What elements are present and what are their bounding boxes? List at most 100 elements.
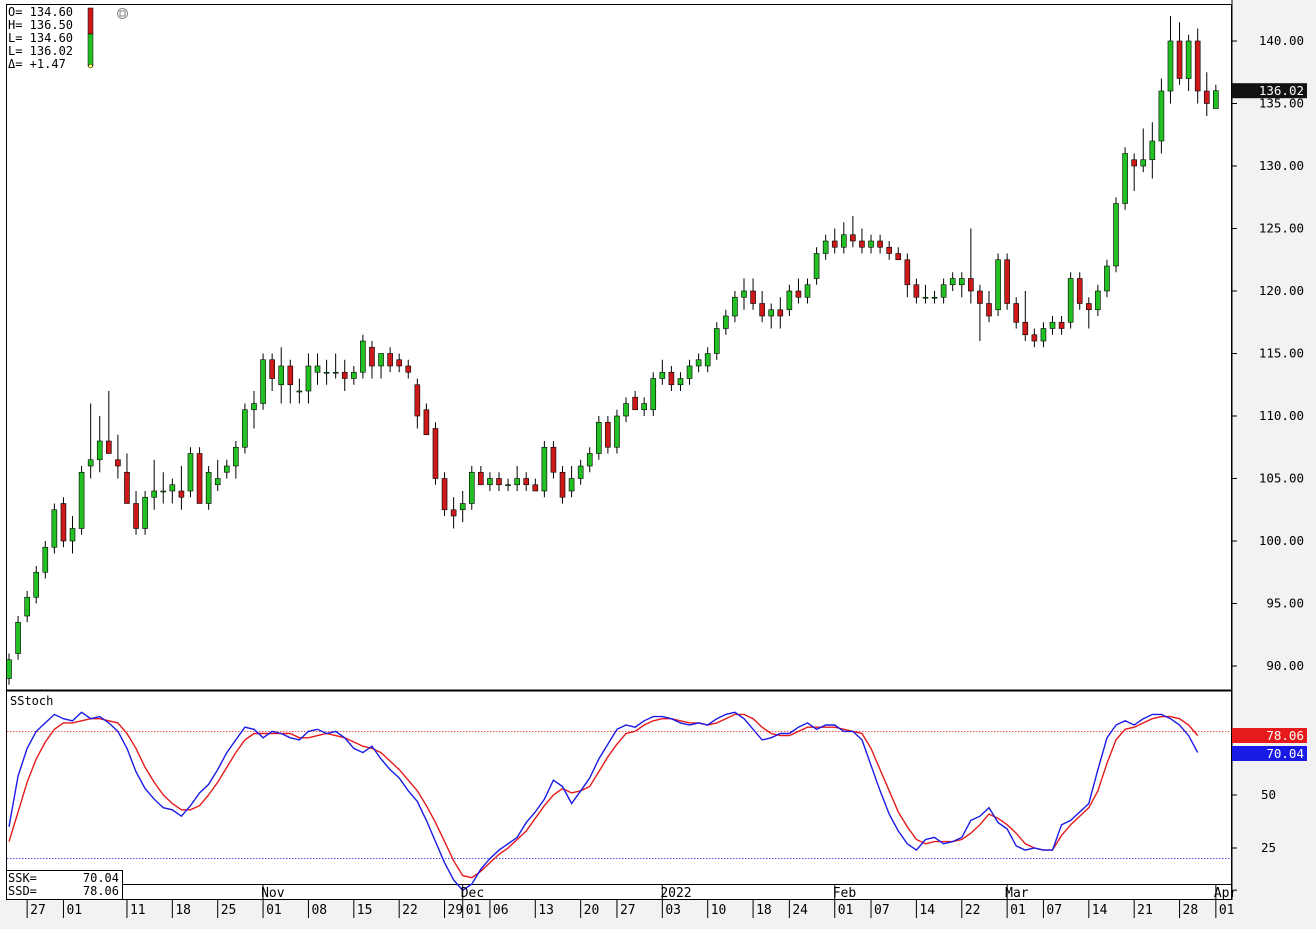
candle [541,441,548,498]
price-tick-label: 125.00 [1259,221,1304,236]
candle-body [414,384,421,417]
candle-body [251,403,257,411]
panel-settings-icon[interactable] [117,8,128,19]
candle-body [704,353,711,367]
candle-body [877,240,883,248]
price-tick-label: 90.00 [1266,658,1304,673]
candle [60,497,67,548]
candle-body [205,471,212,504]
candle-body [1213,90,1219,109]
candle-body [305,365,312,392]
candle [142,491,148,535]
candle-body [1022,321,1029,336]
candle-body [1140,159,1147,167]
candle-body [768,309,775,317]
candle-body [1131,159,1137,167]
candle-body [332,371,339,374]
last-price-badge-text: 136.02 [1259,83,1304,98]
candle-body [369,346,375,367]
date-tick-label: 11 [130,903,146,918]
candle-body [496,478,502,486]
date-tick-label: 01 [466,903,482,918]
candle-body [977,290,983,304]
candle-body [1104,265,1110,292]
candle-body [15,621,21,654]
candle-body [106,440,112,454]
candle-body [169,484,176,492]
date-tick-label: 15 [357,903,373,918]
candle-body [459,503,466,511]
candle-body [1194,40,1201,92]
date-tick-label: 24 [792,903,808,918]
candle-body [124,471,130,504]
candle-body [1203,90,1210,104]
candle-body [260,359,266,404]
candle-body [831,240,838,248]
candle-body [841,234,847,248]
price-tick-label: 115.00 [1259,346,1304,361]
candle-body [650,378,657,411]
candle-body [995,259,1001,311]
candle-body [1040,328,1047,342]
price-tick-label: 95.00 [1266,596,1304,611]
month-label: Nov [261,886,285,901]
date-tick-label: 29 [448,903,464,918]
candle-body [1122,153,1128,204]
candle-body [813,253,820,279]
candle [1067,272,1074,329]
candle-body [958,278,965,286]
readout-range-bar-red [87,7,94,35]
date-tick-label: 01 [1010,903,1026,918]
candle-body [741,290,747,298]
candle [995,253,1001,316]
candle [432,422,439,485]
candle-body [1176,40,1183,79]
ssk-badge-text: 70.04 [1266,746,1304,761]
candle-body [87,459,94,467]
candle-body [1113,203,1119,267]
candle-body [713,328,720,354]
date-tick-label: 01 [1219,903,1235,918]
candle-body [1185,40,1192,79]
date-tick-label: 01 [266,903,282,918]
date-tick-label: 01 [66,903,82,918]
candle-body [1004,259,1010,304]
month-label: Feb [833,886,857,901]
date-tick-label: 22 [965,903,981,918]
candle-body [586,453,593,467]
candle [242,403,248,454]
price-tick-label: 100.00 [1259,533,1304,548]
candle-body [1013,303,1020,323]
date-tick-label: 18 [756,903,772,918]
date-tick-label: 21 [1137,903,1153,918]
candle-body [659,371,666,379]
candle-body [151,490,157,498]
chart-canvas: O= 134.60 H= 136.50 L= 134.60 L= 136.02 … [0,0,1316,929]
stoch-panel-title: SStoch [10,694,53,708]
date-tick-label: 20 [584,903,600,918]
candle-body [115,459,121,467]
date-tick-label: 18 [175,903,191,918]
date-tick-label: 03 [665,903,681,918]
candle-body [196,453,203,504]
candle-body [423,409,430,436]
candle-body [922,296,929,299]
candle-body [33,571,40,598]
readout-range-bar-green [87,33,94,67]
candle-body [360,340,366,373]
date-tick-label: 13 [538,903,554,918]
candle-body [233,446,239,467]
price-tick-label: 130.00 [1259,158,1304,173]
price-tick-label: 140.00 [1259,33,1304,48]
candle [51,503,58,554]
candle-body [686,365,693,379]
candle-body [514,478,520,486]
stoch-tick-label: 25 [1261,840,1276,855]
candle-body [450,509,457,517]
candle-body [577,465,584,479]
candle-body [51,509,58,548]
x-axis-gutter [0,900,1316,929]
candle-body [986,303,992,317]
candle-body [931,296,938,299]
date-tick-label: 06 [493,903,509,918]
